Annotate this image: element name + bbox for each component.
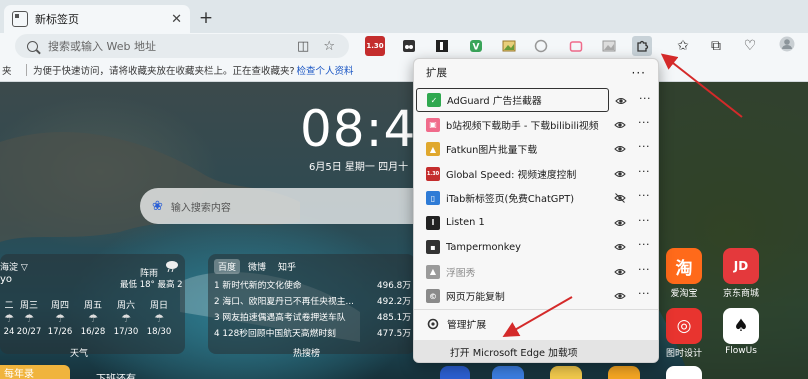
arrow-to-extensions-button (660, 53, 743, 118)
annotation-arrows (502, 53, 743, 337)
arrow-to-addons-button (502, 296, 573, 337)
